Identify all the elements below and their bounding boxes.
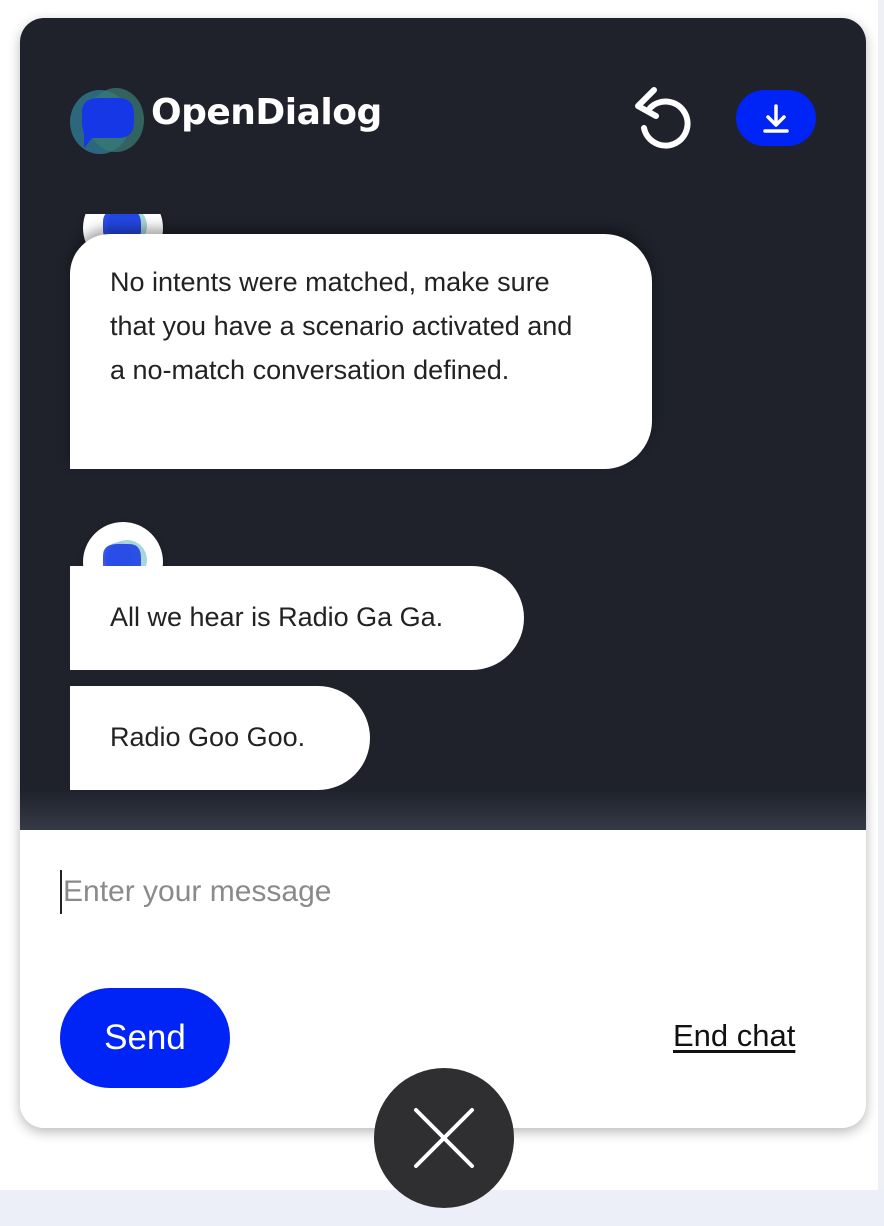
download-icon <box>763 104 789 133</box>
close-chat-button[interactable] <box>374 1068 514 1208</box>
bot-message-bubble: No intents were matched, make sure that … <box>70 234 652 469</box>
bot-message-bubble: All we hear is Radio Ga Ga. <box>70 566 524 670</box>
bot-message-bubble: Radio Goo Goo. <box>70 686 370 790</box>
chat-panel: OpenDialog No intents were matched, make… <box>20 18 866 830</box>
message-text: Radio Goo Goo. <box>110 722 306 752</box>
message-text: All we hear is Radio Ga Ga. <box>110 602 444 632</box>
close-icon <box>414 1108 474 1168</box>
scroll-fade <box>20 790 866 830</box>
download-button[interactable] <box>736 90 816 146</box>
message-text: No intents were matched, make sure that … <box>110 267 573 385</box>
end-chat-link[interactable]: End chat <box>673 1018 795 1054</box>
message-input[interactable] <box>60 870 763 914</box>
page-background-edge <box>878 0 884 1190</box>
chat-header: OpenDialog <box>20 18 866 218</box>
restart-icon <box>635 87 691 149</box>
chat-widget: OpenDialog No intents were matched, make… <box>20 18 866 1128</box>
restart-button[interactable] <box>628 84 692 154</box>
brand-name: OpenDialog <box>151 92 382 133</box>
opendialog-logo-icon <box>70 88 144 154</box>
send-button[interactable]: Send <box>60 988 230 1088</box>
